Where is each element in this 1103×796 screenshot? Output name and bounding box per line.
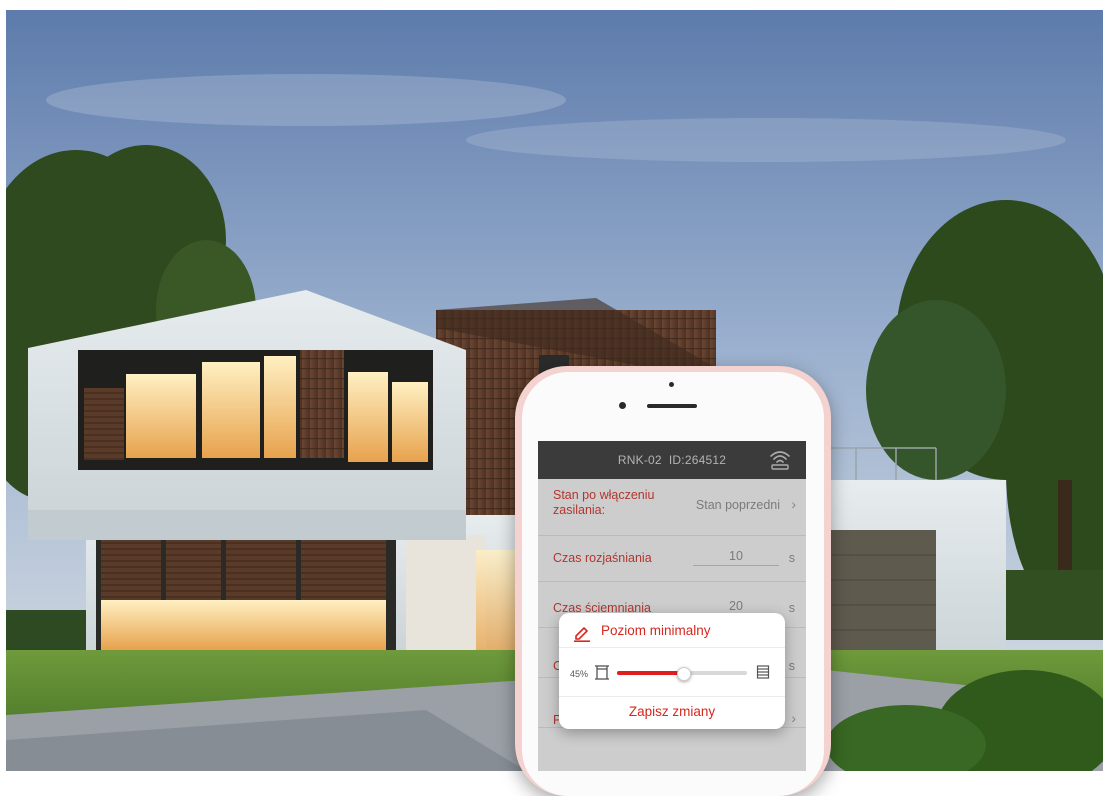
dialog-divider (559, 647, 785, 648)
slider-handle[interactable] (677, 667, 691, 681)
blind-closed-icon (756, 665, 770, 679)
save-changes-button[interactable]: Zapisz zmiany (559, 697, 785, 729)
phone-speaker (647, 404, 697, 408)
phone-sensor (619, 402, 626, 409)
level-percent-label: 45% (570, 669, 589, 679)
phone-camera (669, 382, 674, 387)
slider-fill (617, 671, 683, 675)
dialog-title: Poziom minimalny (601, 623, 711, 638)
minimum-level-dialog: Poziom minimalny 45% Zapisz zmiany (559, 613, 785, 729)
minimum-level-slider[interactable] (617, 667, 747, 681)
blind-open-icon (595, 665, 609, 680)
pencil-icon (574, 627, 590, 642)
